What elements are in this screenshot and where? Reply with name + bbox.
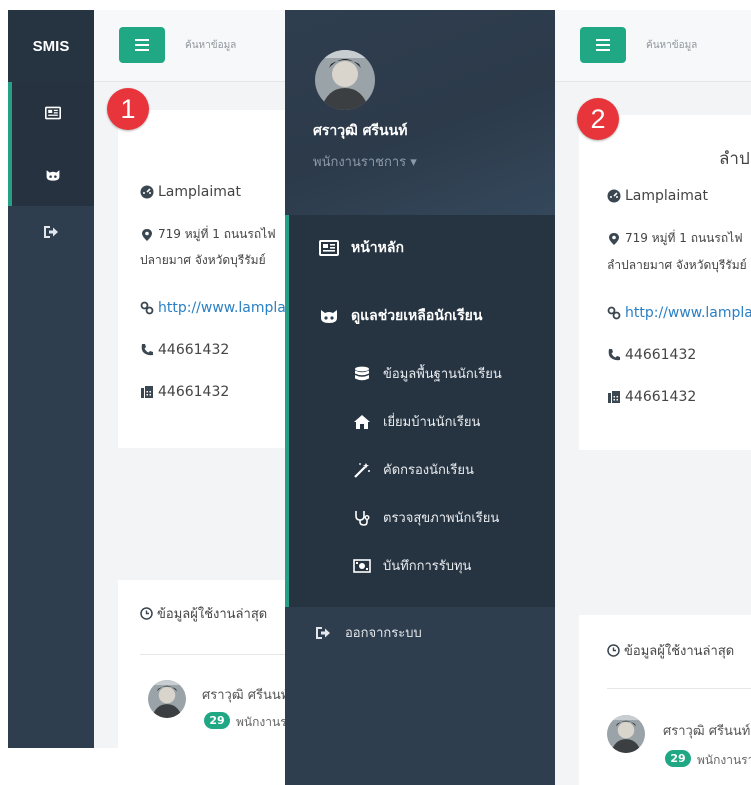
recent-user-role: พนักงานราชการ: [697, 753, 751, 767]
newspaper-icon: [319, 239, 339, 257]
user-count-badge: 29: [665, 750, 691, 767]
top-bar: ค้นหาข้อมูล: [555, 10, 751, 82]
link-icon: [607, 306, 621, 320]
cat-icon: [319, 307, 339, 325]
user-count-badge: 29: [204, 712, 230, 729]
brand-logo[interactable]: SMIS: [8, 10, 94, 82]
school-address: 719 หมู่ที่ 1 ถนนรถไฟ: [140, 225, 276, 244]
recent-users-title: ข้อมูลผู้ใช้งานล่าสุด: [140, 603, 267, 624]
user-profile-section: ศราวุฒิ ศรีนนท์ พนักงานราชการ ▾: [285, 10, 555, 215]
submenu-item-health-check[interactable]: ตรวจสุขภาพนักเรียน: [353, 507, 499, 528]
panel-badge-1: 1: [107, 88, 149, 130]
submenu-item-scholarship[interactable]: บันทึกการรับทุน: [353, 555, 471, 576]
main-content-panel-2: ค้นหาข้อมูล ลำป Lamplaimat 719 หมู่ที่ 1…: [555, 10, 751, 785]
hamburger-icon: [135, 39, 149, 51]
menu-toggle-button[interactable]: [580, 27, 626, 63]
profile-role-dropdown[interactable]: พนักงานราชการ ▾: [313, 151, 417, 172]
school-info-card: Lamplaimat 719 หมู่ที่ 1 ถนนรถไฟ ปลายมาศ…: [118, 110, 285, 448]
school-fax: 44661432: [607, 389, 696, 405]
school-website[interactable]: http://www.lamplaimat.ac.th: [140, 300, 285, 316]
gauge-icon: [140, 185, 154, 199]
sidebar-item-logout[interactable]: [8, 206, 94, 258]
submenu-item-student-data[interactable]: ข้อมูลพื้นฐานนักเรียน: [353, 363, 502, 384]
sidebar-menu: หน้าหลัก ดูแลช่วยเหลือนักเรียน ข้อมูลพื้…: [285, 215, 555, 607]
sidebar-item-student-care[interactable]: [8, 144, 94, 206]
newspaper-icon: [45, 105, 61, 121]
phone-icon: [141, 344, 153, 356]
school-address-line2: ลำปลายมาศ จังหวัดบุรีรัมย์: [607, 258, 747, 272]
user-avatar: [148, 680, 186, 718]
school-fax: 44661432: [140, 384, 229, 400]
profile-name: ศราวุฒิ ศรีนนท์: [313, 123, 408, 139]
school-name: Lamplaimat: [140, 184, 241, 200]
fax-icon: [608, 391, 620, 403]
link-icon: [140, 301, 154, 315]
recent-users-card: ข้อมูลผู้ใช้งานล่าสุด ศราวุฒิ ศรีนนท์ 29…: [118, 580, 285, 748]
stethoscope-icon: [355, 510, 370, 526]
sidebar-item-student-care[interactable]: ดูแลช่วยเหลือนักเรียน: [319, 305, 482, 327]
cat-icon: [45, 167, 61, 183]
expanded-sidebar: ศราวุฒิ ศรีนนท์ พนักงานราชการ ▾ หน้าหลัก…: [285, 10, 555, 785]
menu-toggle-button[interactable]: [119, 27, 165, 63]
hamburger-icon: [596, 39, 610, 51]
money-icon: [353, 558, 371, 573]
school-phone: 44661432: [607, 347, 696, 363]
submenu-item-home-visit[interactable]: เยี่ยมบ้านนักเรียน: [353, 411, 480, 432]
main-content-panel-1: ค้นหาข้อมูล Lamplaimat 719 หมู่ที่ 1 ถนน…: [94, 10, 285, 748]
clock-icon: [140, 607, 153, 620]
database-icon: [355, 366, 369, 380]
search-input[interactable]: ค้นหาข้อมูล: [185, 38, 236, 53]
school-phone: 44661432: [140, 342, 229, 358]
divider: [607, 688, 751, 689]
top-bar: ค้นหาข้อมูล: [94, 10, 285, 82]
school-heading: ลำป: [719, 149, 750, 169]
sign-out-icon: [315, 625, 331, 641]
collapsed-sidebar: SMIS: [8, 10, 94, 748]
map-marker-icon: [609, 232, 619, 245]
recent-user-role: พนักงานราชการ: [236, 715, 285, 729]
school-website[interactable]: http://www.lamplaimat.ac.th: [607, 305, 751, 321]
sidebar-item-logout[interactable]: ออกจากระบบ: [315, 622, 422, 643]
recent-users-title: ข้อมูลผู้ใช้งานล่าสุด: [607, 640, 734, 661]
phone-icon: [608, 349, 620, 361]
map-marker-icon: [142, 228, 152, 241]
recent-user-name[interactable]: ศราวุฒิ ศรีนนท์: [663, 720, 750, 741]
school-info-card: ลำป Lamplaimat 719 หมู่ที่ 1 ถนนรถไฟ ลำป…: [579, 115, 751, 450]
search-input[interactable]: ค้นหาข้อมูล: [646, 38, 697, 53]
submenu-item-screening[interactable]: คัดกรองนักเรียน: [353, 459, 474, 480]
home-icon: [354, 414, 370, 429]
sign-out-icon: [43, 224, 59, 240]
fax-icon: [141, 386, 153, 398]
magic-wand-icon: [354, 462, 370, 478]
school-address-line2: ปลายมาศ จังหวัดบุรีรัมย์: [140, 253, 266, 267]
divider: [140, 654, 285, 655]
panel-badge-2: 2: [577, 98, 619, 140]
clock-icon: [607, 644, 620, 657]
school-address: 719 หมู่ที่ 1 ถนนรถไฟ: [607, 229, 743, 248]
recent-users-card: ข้อมูลผู้ใช้งานล่าสุด ศราวุฒิ ศรีนนท์ 29…: [579, 615, 751, 785]
sidebar-item-home[interactable]: [8, 82, 94, 144]
recent-user-name[interactable]: ศราวุฒิ ศรีนนท์: [202, 684, 285, 705]
user-avatar: [607, 715, 645, 753]
gauge-icon: [607, 189, 621, 203]
school-name: Lamplaimat: [607, 188, 708, 204]
profile-avatar: [315, 50, 375, 110]
sidebar-item-home[interactable]: หน้าหลัก: [319, 237, 404, 259]
